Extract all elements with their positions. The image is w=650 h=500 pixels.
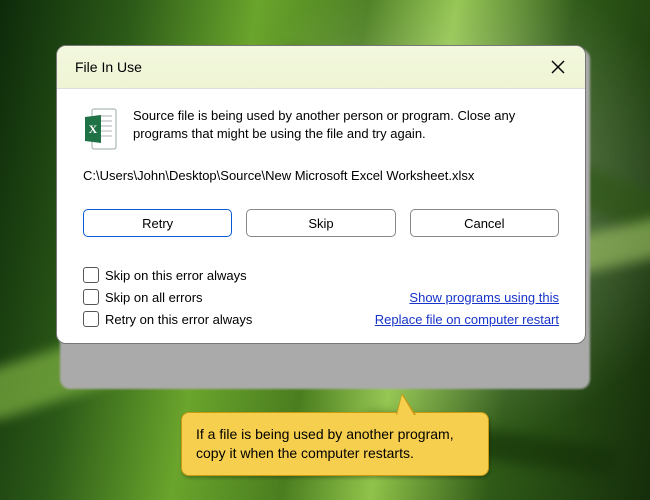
dialog-title: File In Use [75,59,142,75]
help-callout: If a file is being used by another progr… [181,412,489,476]
replace-on-restart-link[interactable]: Replace file on computer restart [283,312,559,327]
svg-text:X: X [89,122,98,136]
button-row: Retry Skip Cancel [83,209,559,237]
file-in-use-dialog: File In Use X S [56,45,586,344]
cancel-button[interactable]: Cancel [410,209,559,237]
options-grid: Skip on this error always Skip on all er… [83,267,559,327]
retry-this-error-checkbox[interactable] [83,311,99,327]
skip-all-errors-label: Skip on all errors [105,290,203,305]
close-button[interactable] [545,54,571,80]
retry-button[interactable]: Retry [83,209,232,237]
file-path: C:\Users\John\Desktop\Source\New Microso… [83,168,559,183]
skip-this-error-checkbox[interactable] [83,267,99,283]
skip-this-error-checkbox-row[interactable]: Skip on this error always [83,267,283,283]
close-icon [551,60,565,74]
retry-this-error-checkbox-row[interactable]: Retry on this error always [83,311,283,327]
excel-file-icon: X [83,107,119,154]
titlebar: File In Use [57,46,585,89]
skip-this-error-label: Skip on this error always [105,268,247,283]
help-callout-text: If a file is being used by another progr… [196,426,454,461]
dialog-body: X Source file is being used by another p… [57,89,585,343]
retry-this-error-label: Retry on this error always [105,312,252,327]
skip-all-errors-checkbox[interactable] [83,289,99,305]
dialog-message: Source file is being used by another per… [133,107,559,154]
skip-button[interactable]: Skip [246,209,395,237]
show-programs-link[interactable]: Show programs using this [283,290,559,305]
skip-all-errors-checkbox-row[interactable]: Skip on all errors [83,289,283,305]
